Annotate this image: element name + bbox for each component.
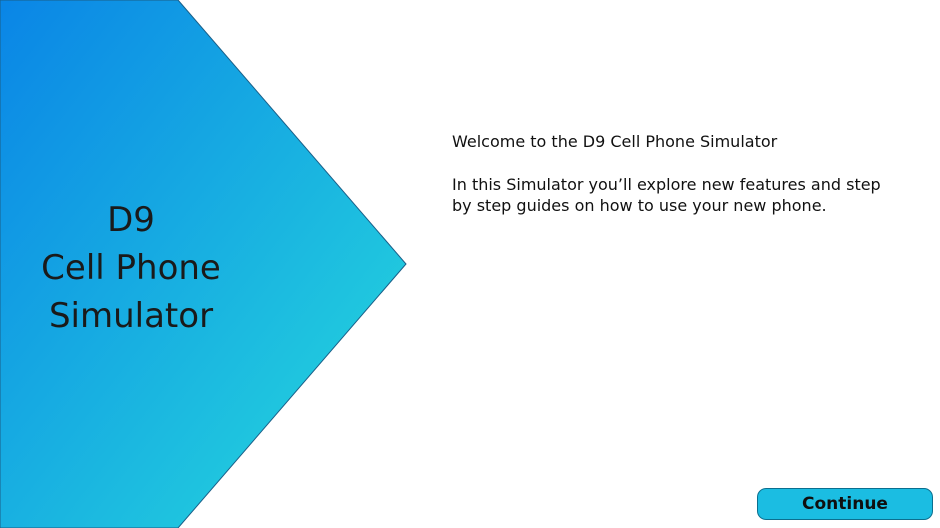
hero-title: D9 Cell Phone Simulator bbox=[16, 196, 246, 340]
hero-title-line: Simulator bbox=[48, 296, 214, 336]
simulator-welcome-screen: D9 Cell Phone Simulator Welcome to the D… bbox=[0, 0, 940, 528]
welcome-heading: Welcome to the D9 Cell Phone Simulator bbox=[452, 132, 778, 151]
welcome-content: Welcome to the D9 Cell Phone Simulator I… bbox=[452, 131, 892, 216]
hero-title-line: Cell Phone bbox=[41, 248, 221, 288]
hero-title-line: D9 bbox=[107, 200, 155, 240]
intro-text: In this Simulator you’ll explore new fea… bbox=[452, 175, 881, 215]
continue-button[interactable]: Continue bbox=[757, 488, 933, 520]
